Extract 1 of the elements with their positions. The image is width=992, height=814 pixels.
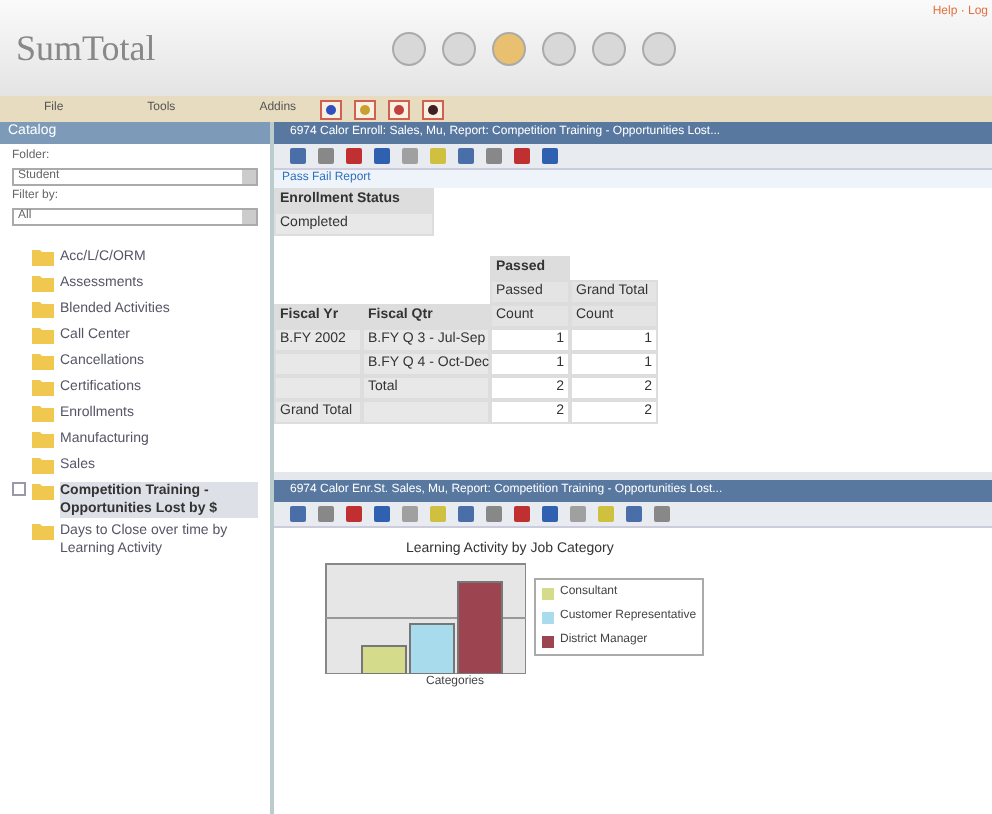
- logo: SumTotal: [16, 25, 156, 71]
